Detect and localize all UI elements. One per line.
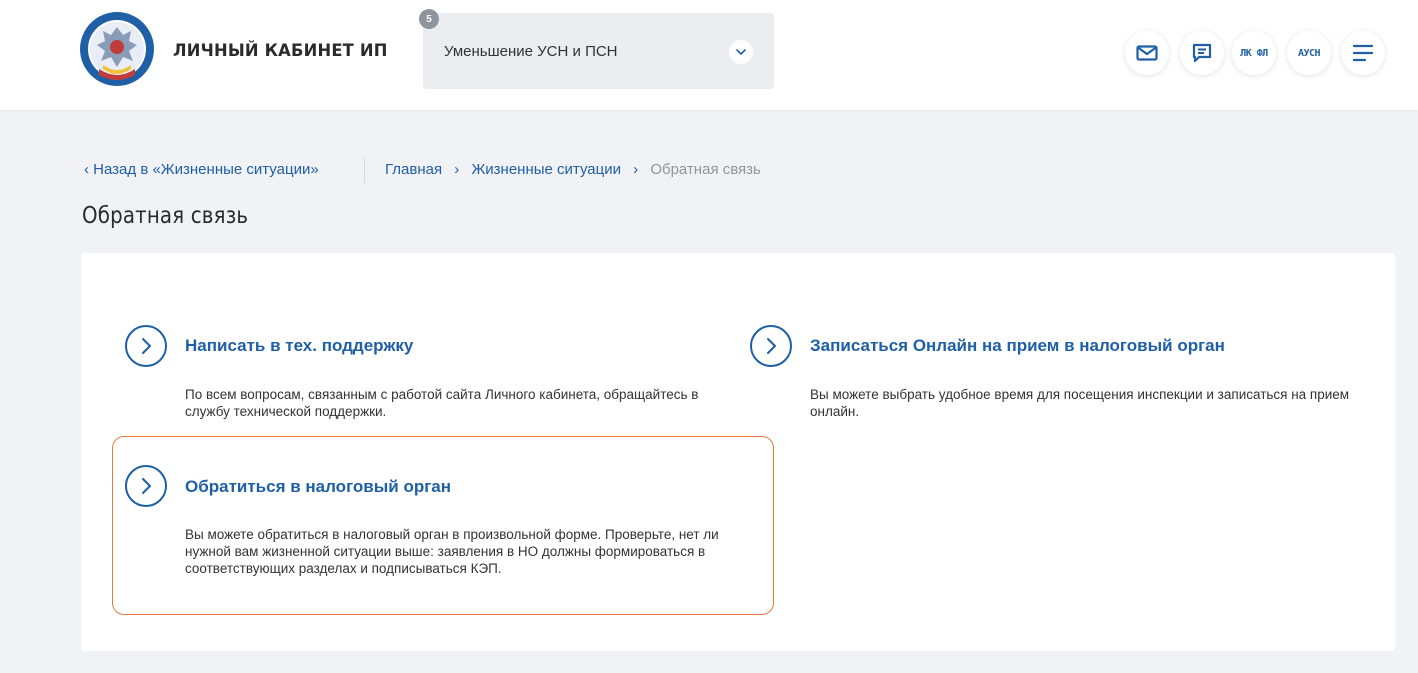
chat-icon bbox=[1192, 43, 1212, 63]
page-title: Обратная связь bbox=[82, 203, 249, 229]
brand-title: ЛИЧНЫЙ КАБИНЕТ ИП bbox=[173, 41, 388, 61]
chevron-right-icon: › bbox=[454, 161, 460, 178]
service-select-value: Уменьшение УСН и ПСН bbox=[444, 43, 618, 60]
ausn-button[interactable]: АУСН bbox=[1287, 31, 1331, 75]
arrow-circle-button[interactable] bbox=[750, 325, 792, 367]
chat-button[interactable] bbox=[1180, 31, 1224, 75]
breadcrumb-life-situations[interactable]: Жизненные ситуации bbox=[471, 161, 621, 178]
back-link[interactable]: ‹ Назад в «Жизненные ситуации» bbox=[84, 161, 323, 178]
chevron-left-icon: ‹ bbox=[84, 161, 94, 178]
tax-authority-desc: Вы можете обратиться в налоговый орган в… bbox=[185, 527, 719, 576]
chevron-down-icon bbox=[729, 40, 753, 64]
fns-logo[interactable] bbox=[79, 11, 155, 87]
chevron-right-icon bbox=[767, 338, 776, 354]
arrow-circle-button[interactable] bbox=[125, 325, 167, 367]
tax-authority-link[interactable]: Обратиться в налоговый орган bbox=[185, 477, 451, 497]
menu-button[interactable] bbox=[1341, 31, 1385, 75]
chevron-right-icon bbox=[142, 338, 151, 354]
hamburger-icon bbox=[1353, 44, 1373, 62]
mail-button[interactable] bbox=[1125, 31, 1169, 75]
chevron-right-icon bbox=[142, 478, 151, 494]
lk-fl-label: ЛК ФЛ bbox=[1240, 47, 1268, 59]
breadcrumb-divider bbox=[364, 157, 365, 183]
back-link-label: Назад в «Жизненные ситуации» bbox=[93, 161, 319, 178]
ausn-label: АУСН bbox=[1297, 47, 1321, 59]
lk-fl-button[interactable]: ЛК ФЛ bbox=[1232, 31, 1276, 75]
online-appointment-link[interactable]: Записаться Онлайн на прием в налоговый о… bbox=[810, 336, 1225, 356]
chevron-right-icon: › bbox=[633, 161, 639, 178]
tech-support-desc: По всем вопросам, связанным с работой са… bbox=[185, 387, 699, 419]
envelope-icon bbox=[1136, 45, 1158, 61]
header: ЛИЧНЫЙ КАБИНЕТ ИП Уменьшение УСН и ПСН 5… bbox=[0, 0, 1418, 110]
service-select[interactable]: Уменьшение УСН и ПСН bbox=[423, 13, 774, 89]
breadcrumb-home[interactable]: Главная bbox=[385, 161, 442, 178]
arrow-circle-button[interactable] bbox=[125, 465, 167, 507]
notification-badge: 5 bbox=[419, 9, 439, 29]
breadcrumb-current: Обратная связь bbox=[650, 161, 761, 178]
online-appointment-desc: Вы можете выбрать удобное время для посе… bbox=[810, 387, 1350, 419]
breadcrumb: ‹ Назад в «Жизненные ситуации» Главная ›… bbox=[84, 157, 761, 183]
tech-support-link[interactable]: Написать в тех. поддержку bbox=[185, 336, 413, 356]
